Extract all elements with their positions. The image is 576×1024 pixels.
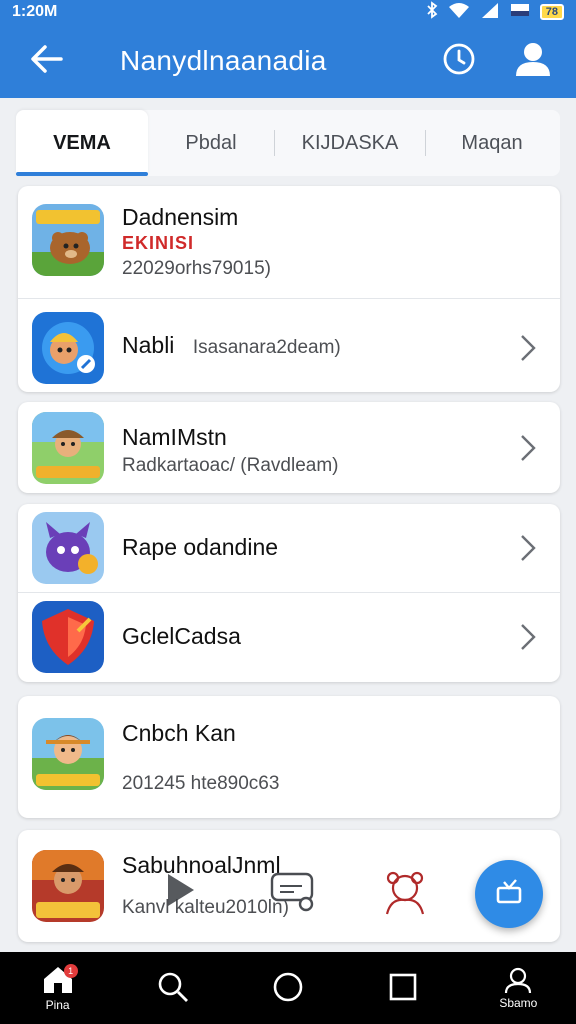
app-screen: 1:20M 78 Nanydlnaanadia VEMA Pbdal KIJDA… (0, 0, 576, 1024)
game-icon-girl (32, 718, 104, 790)
tab-label: Pbdal (185, 131, 237, 154)
row-text: GclelCadsa (122, 623, 504, 650)
list-item[interactable]: Cnbch Kan 201245 hte890c63 (18, 696, 560, 818)
row-text: Rape odandine (122, 534, 504, 561)
wifi-icon (448, 2, 470, 23)
clock-icon (442, 42, 476, 81)
app-title: Rape odandine (122, 534, 279, 560)
row-text: NamIMstn Radkartaoac/ (Ravdleam) (122, 424, 504, 477)
list-item[interactable]: NamIMstn Radkartaoac/ (Ravdleam) (18, 402, 560, 493)
app-bar: Nanydlnaanadia (0, 24, 576, 98)
chevron-right-icon (521, 535, 536, 561)
notification-badge: 1 (63, 964, 78, 978)
game-icon-farmer (32, 412, 104, 484)
app-title: Nabli (122, 332, 175, 358)
app-subtitle: Radkartaoac/ (Ravdleam) (122, 455, 339, 476)
device-icon[interactable] (268, 866, 318, 919)
app-subtitle: 22029orhs79015) (122, 258, 271, 279)
profile-label: Sbamo (499, 995, 538, 1010)
app-title: GclelCadsa (122, 623, 241, 649)
list-item[interactable]: Rape odandine (18, 504, 560, 592)
app-card: Rape odandine GclelCadsa (18, 504, 560, 682)
play-icon[interactable] (160, 870, 200, 915)
person-icon (514, 40, 552, 83)
tab-label: Maqan (461, 131, 523, 154)
page-title: Nanydlnaanadia (120, 45, 327, 76)
flag-icon (510, 3, 530, 22)
profile-nav-button[interactable]: Sbamo (478, 952, 558, 1024)
tab-label: KIJDASKA (301, 131, 399, 154)
history-button[interactable] (422, 24, 496, 98)
status-badge: EKINISI (122, 233, 195, 253)
row-text: Nabli Isasanara2deam) (122, 332, 504, 359)
search-icon (157, 971, 189, 1006)
arrow-left-icon (29, 44, 63, 79)
status-bar: 1:20M 78 (0, 0, 576, 24)
bottom-nav-bar: 1 Pina Sbamo (0, 952, 576, 1024)
bluetooth-icon (426, 0, 438, 24)
game-icon-creature (32, 512, 104, 584)
row-text: Cnbch Kan 201245 hte890c63 (122, 720, 504, 795)
app-subtitle: 201245 hte890c63 (122, 773, 280, 794)
floating-action-button[interactable] (475, 860, 543, 928)
square-icon (388, 972, 418, 1005)
circle-nav-button[interactable] (248, 952, 328, 1024)
list-item[interactable]: GclelCadsa (18, 593, 560, 682)
chevron-right-icon (521, 624, 536, 650)
divider (18, 298, 560, 299)
tab-kijdaska[interactable]: KIJDASKA (275, 110, 425, 176)
tab-vema[interactable]: VEMA (16, 110, 148, 176)
home-label: Pina (45, 997, 70, 1012)
tab-label: VEMA (53, 131, 111, 154)
game-icon-merchant (32, 850, 104, 922)
status-time: 1:20M (12, 3, 58, 20)
profile-button[interactable] (496, 24, 570, 98)
game-icon-hero (32, 312, 104, 384)
app-title: NamIMstn (122, 424, 227, 450)
home-nav-button[interactable]: 1 Pina (18, 952, 98, 1024)
app-title: Cnbch Kan (122, 720, 236, 746)
tv-icon (494, 878, 524, 911)
app-title: Dadnensim (122, 204, 239, 230)
tab-pbdal[interactable]: Pbdal (148, 110, 274, 176)
tab-maqan[interactable]: Maqan (426, 110, 558, 176)
list-item[interactable]: Nabli Isasanara2deam) (18, 304, 560, 392)
person-outline-icon (503, 967, 533, 996)
tab-bar: VEMA Pbdal KIJDASKA Maqan (16, 110, 560, 176)
signal-icon (480, 2, 500, 23)
app-card: Cnbch Kan 201245 hte890c63 (18, 696, 560, 818)
game-icon-shield (32, 601, 104, 673)
game-icon-bear (32, 204, 104, 276)
app-card: NamIMstn Radkartaoac/ (Ravdleam) (18, 402, 560, 493)
row-text: Dadnensim EKINISI 22029orhs79015) (122, 204, 504, 280)
battery-indicator: 78 (539, 4, 564, 20)
square-nav-button[interactable] (363, 952, 443, 1024)
app-card: Dadnensim EKINISI 22029orhs79015) Nabli … (18, 186, 560, 392)
back-button[interactable] (0, 24, 92, 98)
circle-icon (272, 971, 304, 1006)
status-icons: 78 (426, 0, 564, 24)
chevron-right-icon (521, 435, 536, 461)
app-subtitle: Isasanara2deam) (192, 337, 341, 358)
bear-face-icon[interactable] (383, 868, 427, 921)
chevron-right-icon (521, 335, 536, 361)
list-item[interactable]: Dadnensim EKINISI 22029orhs79015) (18, 186, 560, 298)
search-nav-button[interactable] (133, 952, 213, 1024)
